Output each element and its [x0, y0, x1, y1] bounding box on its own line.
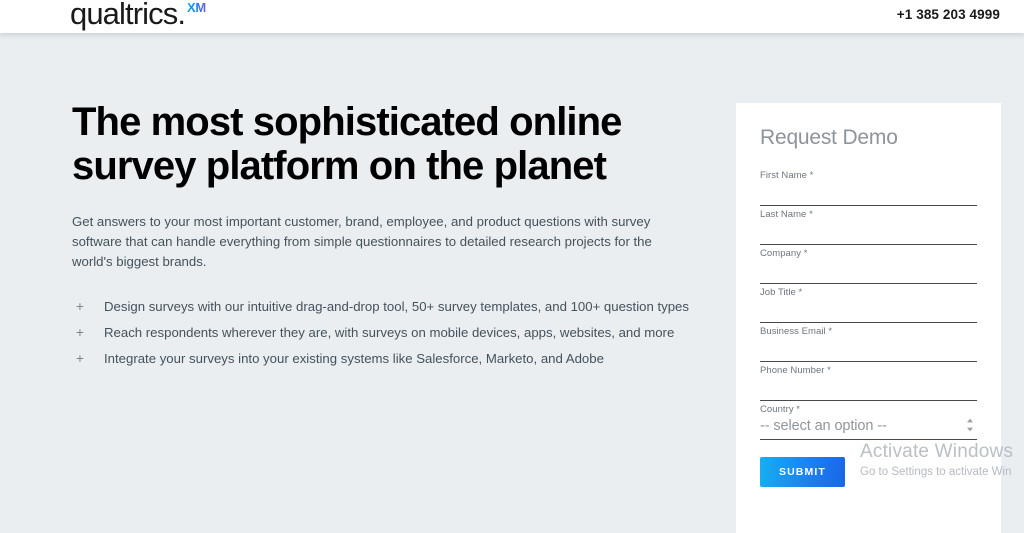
hero-content: The most sophisticated online survey pla… — [72, 100, 692, 368]
country-select-wrap[interactable]: -- select an option -- — [760, 415, 977, 436]
list-item: + Reach respondents wherever they are, w… — [72, 324, 692, 342]
page-title: The most sophisticated online survey pla… — [72, 100, 692, 188]
field-label-last-name: Last Name * — [760, 209, 813, 220]
page-title-line-2: survey platform on the planet — [72, 144, 607, 188]
field-company[interactable]: Company * — [760, 245, 977, 284]
page-title-line-1: The most sophisticated online — [72, 100, 622, 144]
header-phone-number[interactable]: +1 385 203 4999 — [897, 7, 1000, 22]
field-label-first-name: First Name * — [760, 170, 814, 181]
list-item-label: Integrate your surveys into your existin… — [104, 351, 604, 366]
job-title-input[interactable] — [760, 298, 977, 320]
plus-icon: + — [76, 325, 84, 340]
plus-icon: + — [76, 351, 84, 366]
field-business-email[interactable]: Business Email * — [760, 323, 977, 362]
field-phone-number[interactable]: Phone Number * — [760, 362, 977, 401]
company-input[interactable] — [760, 259, 977, 281]
hero-description: Get answers to your most important custo… — [72, 214, 652, 269]
field-label-country: Country * — [760, 404, 801, 415]
list-item: + Design surveys with our intuitive drag… — [72, 298, 692, 316]
phone-number-input[interactable] — [760, 376, 977, 398]
feature-list: + Design surveys with our intuitive drag… — [72, 272, 692, 368]
submit-row: SUBMIT — [760, 440, 977, 487]
logo-wordmark: qualtrics — [70, 0, 178, 31]
list-item-label: Reach respondents wherever they are, wit… — [104, 325, 675, 340]
field-job-title[interactable]: Job Title * — [760, 284, 977, 323]
logo-period: . — [177, 0, 186, 31]
country-select[interactable]: -- select an option -- — [760, 415, 977, 436]
submit-button[interactable]: SUBMIT — [760, 457, 845, 487]
request-demo-form: Request Demo First Name * Last Name * Co… — [736, 103, 1001, 533]
field-label-company: Company * — [760, 248, 808, 259]
field-label-phone-number: Phone Number * — [760, 365, 831, 376]
field-label-business-email: Business Email * — [760, 326, 833, 337]
first-name-input[interactable] — [760, 181, 977, 203]
business-email-input[interactable] — [760, 337, 977, 359]
field-first-name[interactable]: First Name * — [760, 167, 977, 206]
list-item: + Integrate your surveys into your exist… — [72, 350, 692, 368]
field-country[interactable]: Country * -- select an option -- — [760, 401, 977, 440]
last-name-input[interactable] — [760, 220, 977, 242]
logo-xm-superscript: XM — [186, 0, 206, 15]
field-label-job-title: Job Title * — [760, 287, 803, 298]
site-header: qualtrics. XM +1 385 203 4999 — [0, 0, 1024, 33]
plus-icon: + — [76, 299, 84, 314]
qualtrics-logo[interactable]: qualtrics. XM — [70, 0, 206, 33]
form-title: Request Demo — [760, 126, 898, 149]
field-last-name[interactable]: Last Name * — [760, 206, 977, 245]
list-item-label: Design surveys with our intuitive drag-a… — [104, 299, 689, 314]
